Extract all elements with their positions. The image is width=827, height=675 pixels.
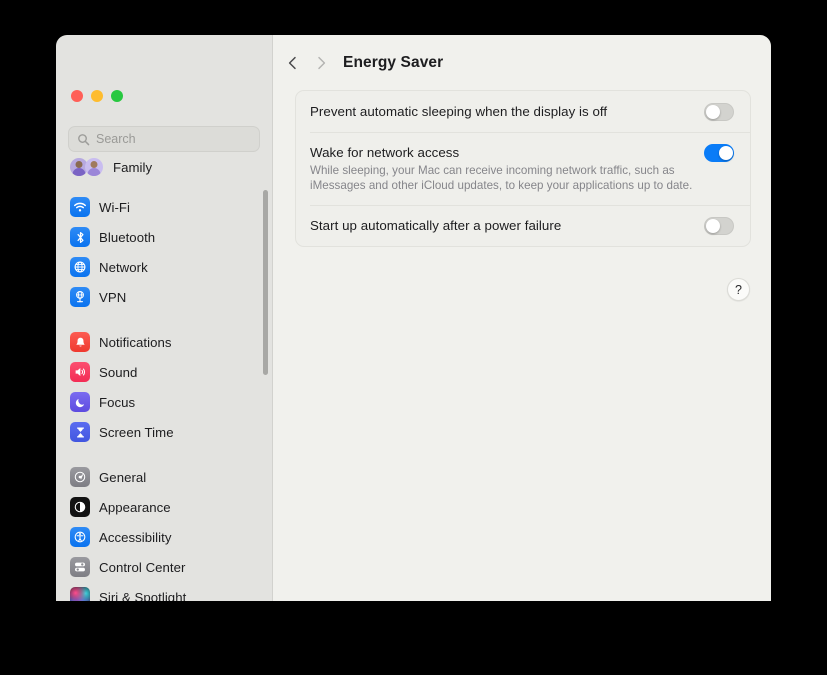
setting-label: Wake for network access xyxy=(310,145,460,160)
sidebar-item-label: Appearance xyxy=(99,499,171,515)
sidebar-item-label: Control Center xyxy=(99,559,186,575)
sidebar-item-label: Siri & Spotlight xyxy=(99,589,187,602)
setting-label: Start up automatically after a power fai… xyxy=(310,218,562,233)
setting-row-prevent-automatic-sleeping: Prevent automatic sleeping when the disp… xyxy=(296,91,750,132)
zoom-button[interactable] xyxy=(111,90,123,102)
sidebar-scrollbar[interactable] xyxy=(263,190,268,375)
chevron-right-icon xyxy=(318,56,326,69)
row-text: Wake for network access While sleeping, … xyxy=(310,132,704,205)
sidebar-item-label: VPN xyxy=(99,289,127,305)
system-settings-window: Family Wi-Fi xyxy=(56,35,771,601)
help-button[interactable]: ? xyxy=(727,278,750,301)
wake-for-network-access-toggle[interactable] xyxy=(704,144,734,162)
sound-icon xyxy=(70,362,90,382)
sidebar-item-notifications[interactable]: Notifications xyxy=(64,327,264,357)
screen-time-icon xyxy=(70,422,90,442)
minimize-button[interactable] xyxy=(91,90,103,102)
sidebar-nav-list: Family Wi-Fi Bluetooth Network VPN Notif… xyxy=(56,152,272,601)
sidebar-item-accessibility[interactable]: Accessibility xyxy=(64,522,264,552)
sidebar-item-label: Wi-Fi xyxy=(99,199,131,215)
row-control xyxy=(704,132,736,162)
sidebar-item-sound[interactable]: Sound xyxy=(64,357,264,387)
sidebar-item-focus[interactable]: Focus xyxy=(64,387,264,417)
search-field[interactable] xyxy=(68,126,260,152)
sidebar-item-label: Accessibility xyxy=(99,529,172,545)
bluetooth-icon xyxy=(70,227,90,247)
sidebar-item-label: Screen Time xyxy=(99,424,174,440)
sidebar-item-general[interactable]: General xyxy=(64,462,264,492)
toggle-knob xyxy=(706,105,720,119)
sidebar-group-family: Family xyxy=(64,152,264,192)
notifications-icon xyxy=(70,332,90,352)
setting-description: While sleeping, your Mac can receive inc… xyxy=(310,164,693,192)
sidebar-item-label: Network xyxy=(99,259,148,275)
toggle-knob xyxy=(706,219,720,233)
search-input[interactable] xyxy=(96,132,251,146)
sidebar-item-bluetooth[interactable]: Bluetooth xyxy=(64,222,264,252)
sidebar-item-siri-and-spotlight[interactable]: Siri & Spotlight xyxy=(64,582,264,601)
energy-saver-settings-card: Prevent automatic sleeping when the disp… xyxy=(295,90,751,247)
setting-row-wake-for-network-access: Wake for network access While sleeping, … xyxy=(296,132,750,205)
toggle-knob xyxy=(719,146,733,160)
sidebar-item-appearance[interactable]: Appearance xyxy=(64,492,264,522)
row-text: Start up automatically after a power fai… xyxy=(310,205,704,246)
sidebar-item-screen-time[interactable]: Screen Time xyxy=(64,417,264,447)
sidebar-item-label: Bluetooth xyxy=(99,229,156,245)
sidebar-group-system: General Appearance Accessibility Control… xyxy=(64,462,264,601)
vpn-icon xyxy=(70,287,90,307)
sidebar-item-label: Sound xyxy=(99,364,138,380)
siri-icon xyxy=(70,587,90,601)
family-avatars-icon xyxy=(70,157,104,177)
control-center-icon xyxy=(70,557,90,577)
row-control xyxy=(704,205,736,235)
sidebar-item-label: General xyxy=(99,469,147,485)
accessibility-icon xyxy=(70,527,90,547)
window-controls xyxy=(71,90,123,102)
content-pane: Energy Saver Prevent automatic sleeping … xyxy=(273,35,771,601)
sidebar-item-control-center[interactable]: Control Center xyxy=(64,552,264,582)
row-text: Prevent automatic sleeping when the disp… xyxy=(310,91,704,132)
sidebar-item-network[interactable]: Network xyxy=(64,252,264,282)
back-button[interactable] xyxy=(279,49,307,77)
wifi-icon xyxy=(70,197,90,217)
sidebar-item-label: Notifications xyxy=(99,334,172,350)
sidebar-scroll-area[interactable]: Family Wi-Fi Bluetooth Network VPN Notif… xyxy=(56,152,272,601)
row-control xyxy=(704,91,736,121)
setting-row-start-up-automatically: Start up automatically after a power fai… xyxy=(296,205,750,246)
close-button[interactable] xyxy=(71,90,83,102)
forward-button[interactable] xyxy=(307,49,335,77)
search-container xyxy=(68,126,260,156)
sidebar: Family Wi-Fi xyxy=(56,35,273,601)
network-icon xyxy=(70,257,90,277)
search-icon xyxy=(78,133,90,145)
start-up-automatically-toggle[interactable] xyxy=(704,217,734,235)
sidebar-item-family[interactable]: Family xyxy=(64,152,264,182)
setting-label: Prevent automatic sleeping when the disp… xyxy=(310,104,608,119)
sidebar-group-system-alerts: Notifications Sound Focus Screen Time xyxy=(64,327,264,462)
prevent-automatic-sleeping-toggle[interactable] xyxy=(704,103,734,121)
focus-icon xyxy=(70,392,90,412)
sidebar-item-wi-fi[interactable]: Wi-Fi xyxy=(64,192,264,222)
sidebar-item-vpn[interactable]: VPN xyxy=(64,282,264,312)
toolbar: Energy Saver xyxy=(273,35,771,90)
appearance-icon xyxy=(70,497,90,517)
sidebar-item-label: Focus xyxy=(99,394,136,410)
general-icon xyxy=(70,467,90,487)
page-title: Energy Saver xyxy=(343,53,444,71)
sidebar-group-network: Wi-Fi Bluetooth Network VPN xyxy=(64,192,264,327)
chevron-left-icon xyxy=(288,56,296,69)
sidebar-item-label: Family xyxy=(113,159,153,175)
